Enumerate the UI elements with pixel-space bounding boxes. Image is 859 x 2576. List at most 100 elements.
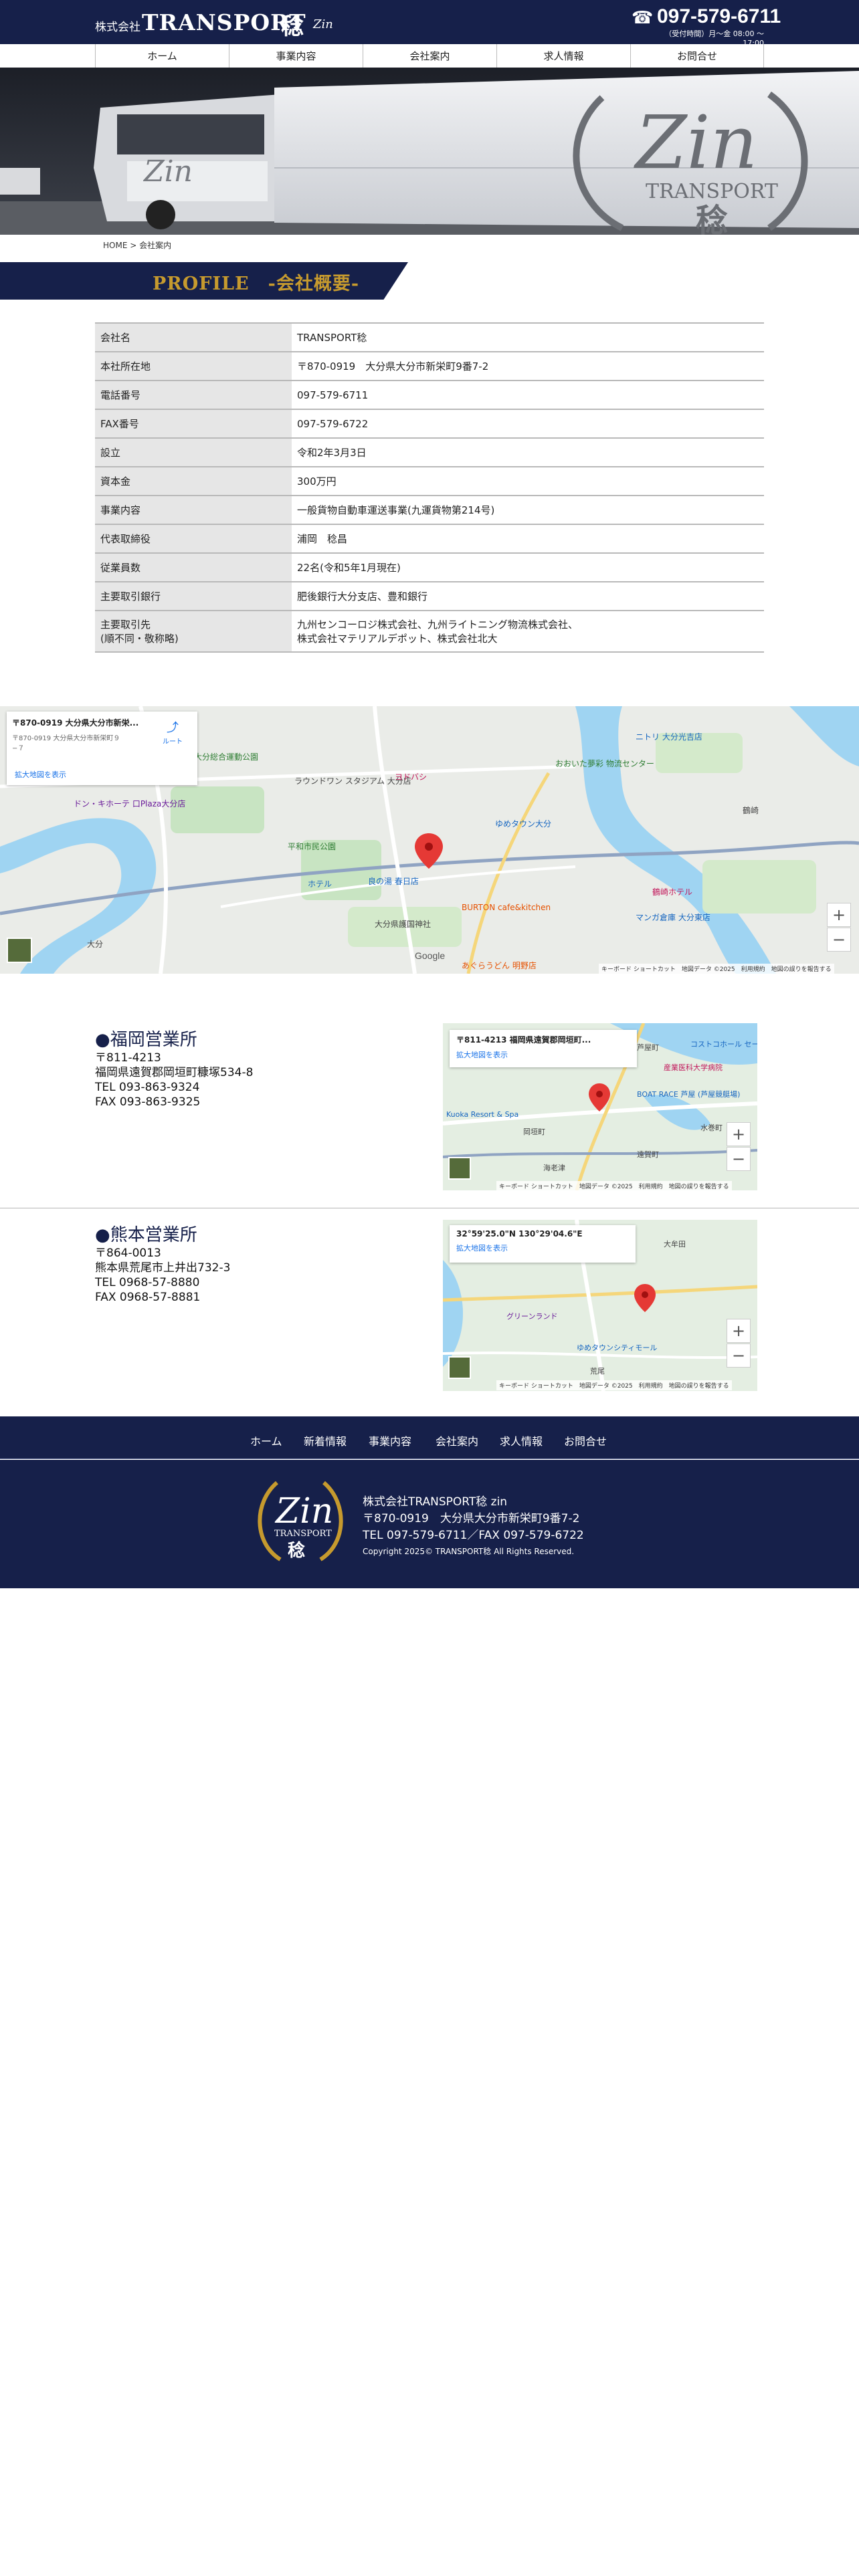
office-name: 熊本営業所 — [110, 1225, 197, 1245]
zoom-in-button[interactable]: + — [727, 1122, 751, 1146]
map-footer[interactable]: キーボード ショートカット 地図データ ©2025 利用規約 地図の誤りを報告す… — [599, 964, 834, 974]
map-info-card: 〒811-4213 福岡県遠賀郡岡垣町... 拡大地図を表示 — [450, 1030, 637, 1067]
breadcrumb-separator: > — [130, 241, 137, 250]
office-fukuoka: ●福岡営業所 〒811-4213 福岡県遠賀郡岡垣町糠塚534-8 TEL 09… — [95, 1026, 409, 1109]
map-enlarge-link[interactable]: 拡大地図を表示 — [456, 1243, 629, 1253]
map-label: Google — [415, 950, 445, 961]
map-label: BURTON cafe&kitchen — [462, 903, 551, 912]
table-value: 22名(令和5年1月現在) — [292, 553, 764, 582]
table-value: 一般貨物自動車運送事業(九運貨物第214号) — [292, 496, 764, 524]
map-label: ゆめタウン大分 — [495, 819, 551, 829]
fukuoka-map[interactable]: 芦屋町 コストコホール セール 北九州倉庫店 産業医科大学病院 BOAT RAC… — [443, 1023, 757, 1190]
map-enlarge-link[interactable]: 拡大地図を表示 — [15, 769, 66, 780]
logo-zin[interactable]: Zin — [313, 17, 333, 31]
map-label: ラウンドワン スタジアム 大分店 — [294, 776, 411, 786]
map-label: マンガ倉庫 大分東店 — [636, 912, 710, 922]
table-row: FAX番号 097-579-6722 — [95, 409, 764, 438]
nav-item-contact[interactable]: お問合せ — [630, 44, 764, 68]
table-row: 設立 令和2年3月3日 — [95, 438, 764, 467]
map-label: 海老津 — [543, 1163, 565, 1172]
main-nav: ホーム 事業内容 会社案内 求人情報 お問合せ — [0, 44, 859, 68]
logo-kanji[interactable]: 稔 — [281, 8, 304, 41]
office-fax: FAX 093-863-9325 — [95, 1095, 201, 1109]
footer-nav-news[interactable]: 新着情報 — [304, 1432, 347, 1448]
breadcrumb-home[interactable]: HOME — [103, 241, 127, 250]
nav-item-company[interactable]: 会社案内 — [363, 44, 496, 68]
table-label: 資本金 — [95, 467, 292, 496]
footer-nav-contact[interactable]: お問合せ — [564, 1432, 607, 1448]
svg-text:Zin: Zin — [142, 154, 193, 189]
logo-company-prefix[interactable]: 株式会社 — [95, 17, 140, 34]
footer-nav-business[interactable]: 事業内容 — [369, 1432, 411, 1448]
nav-item-home[interactable]: ホーム — [95, 44, 229, 68]
breadcrumb: HOME > 会社案内 — [103, 239, 171, 251]
office-tel: TEL 093-863-9324 — [95, 1081, 200, 1094]
table-row: 事業内容 一般貨物自動車運送事業(九運貨物第214号) — [95, 496, 764, 524]
map-label: 産業医科大学病院 — [664, 1063, 723, 1072]
office-tel: TEL 0968-57-8880 — [95, 1276, 200, 1289]
emblem-kanji: 稔 — [288, 1540, 305, 1561]
office-postal: 〒864-0013 — [95, 1247, 161, 1260]
footer-address: 〒870-0919 大分県大分市新栄町9番7-2 — [363, 1512, 580, 1525]
map-footer[interactable]: キーボード ショートカット 地図データ ©2025 利用規約 地図の誤りを報告す… — [496, 1181, 732, 1190]
table-value: 肥後銀行大分支店、豊和銀行 — [292, 582, 764, 611]
footer-nav-home[interactable]: ホーム — [250, 1432, 282, 1448]
table-value: 300万円 — [292, 467, 764, 496]
table-label: 主要取引先 (順不同・敬称略) — [95, 611, 292, 652]
table-row: 主要取引銀行 肥後銀行大分支店、豊和銀行 — [95, 582, 764, 611]
map-label: ドン・キホーテ 口Plaza大分店 — [74, 799, 185, 809]
table-value: TRANSPORT稔 — [292, 323, 764, 352]
nav-item-recruit[interactable]: 求人情報 — [496, 44, 630, 68]
table-label: 本社所在地 — [95, 352, 292, 381]
nav-item-business[interactable]: 事業内容 — [229, 44, 363, 68]
map-layer-toggle[interactable] — [448, 1356, 471, 1379]
footer-company: 株式会社TRANSPORT稔 zin — [363, 1495, 508, 1509]
map-label: 芦屋町 — [637, 1043, 659, 1052]
bullet-icon: ● — [95, 1225, 110, 1245]
map-label: 大分総合運動公園 — [194, 752, 258, 762]
map-label: 平和市民公園 — [288, 841, 336, 851]
header-phone-number[interactable]: 097-579-6711 — [657, 5, 781, 28]
site-footer: Zin TRANSPORT 稔 株式会社TRANSPORT稔 zin 〒870-… — [0, 1460, 859, 1588]
map-coordinates: 32°59'25.0"N 130°29'04.6"E — [456, 1229, 583, 1239]
map-footer[interactable]: キーボード ショートカット 地図データ ©2025 利用規約 地図の誤りを報告す… — [496, 1380, 732, 1390]
map-label: 遠賀町 — [637, 1150, 659, 1159]
table-row: 会社名 TRANSPORT稔 — [95, 323, 764, 352]
table-row: 代表取締役 浦岡 稔昌 — [95, 524, 764, 553]
table-label: 代表取締役 — [95, 524, 292, 553]
map-label: 鶴崎ホテル — [652, 887, 692, 897]
zoom-in-button[interactable]: + — [727, 1319, 751, 1343]
zoom-out-button[interactable]: − — [827, 928, 851, 952]
zoom-out-button[interactable]: − — [727, 1344, 751, 1368]
map-label: コストコホール セール 北九州倉庫店 — [690, 1039, 757, 1049]
footer-nav-company[interactable]: 会社案内 — [436, 1432, 478, 1448]
table-row: 従業員数 22名(令和5年1月現在) — [95, 553, 764, 582]
map-label: Kuoka Resort & Spa — [446, 1110, 518, 1119]
map-enlarge-link[interactable]: 拡大地図を表示 — [456, 1049, 630, 1060]
map-label: 良の湯 春日店 — [368, 876, 419, 886]
map-address: 〒811-4213 福岡県遠賀郡岡垣町... — [456, 1035, 591, 1045]
map-label: ゆめタウンシティモール — [577, 1344, 657, 1352]
table-label: 事業内容 — [95, 496, 292, 524]
table-label: 電話番号 — [95, 381, 292, 409]
truck-logo-zin: Zin — [634, 100, 757, 185]
table-value: 浦岡 稔昌 — [292, 524, 764, 553]
phone-icon: ☎ — [632, 8, 654, 28]
main-map[interactable]: 大分総合運動公園 ラウンドワン スタジアム 大分店 ドン・キホーテ 口Plaza… — [0, 706, 859, 974]
truck-logo-kanji: 稔 — [696, 202, 728, 235]
table-label: 主要取引銀行 — [95, 582, 292, 611]
map-layer-toggle[interactable] — [7, 938, 32, 963]
zoom-out-button[interactable]: − — [727, 1147, 751, 1171]
map-layer-toggle[interactable] — [448, 1157, 471, 1180]
table-value: 097-579-6722 — [292, 409, 764, 438]
zoom-in-button[interactable]: + — [827, 903, 851, 927]
map-label: おおいた夢彩 物流センター — [555, 759, 654, 768]
profile-title: PROFILE -会社概要- — [153, 274, 360, 294]
footer-telfax: TEL 097-579-6711／FAX 097-579-6722 — [363, 1529, 584, 1542]
map-label: 大分県護国神社 — [375, 919, 431, 929]
route-button[interactable]: ⤴ ルート — [159, 718, 186, 746]
footer-nav-recruit[interactable]: 求人情報 — [500, 1432, 543, 1448]
kumamoto-map[interactable]: グリーンランド ゆめタウンシティモール 荒尾 大牟田 32°59'25.0"N … — [443, 1220, 757, 1391]
map-label: 岡垣町 — [523, 1128, 545, 1136]
map-label: BOAT RACE 芦屋 (芦屋競艇場) — [637, 1089, 740, 1099]
